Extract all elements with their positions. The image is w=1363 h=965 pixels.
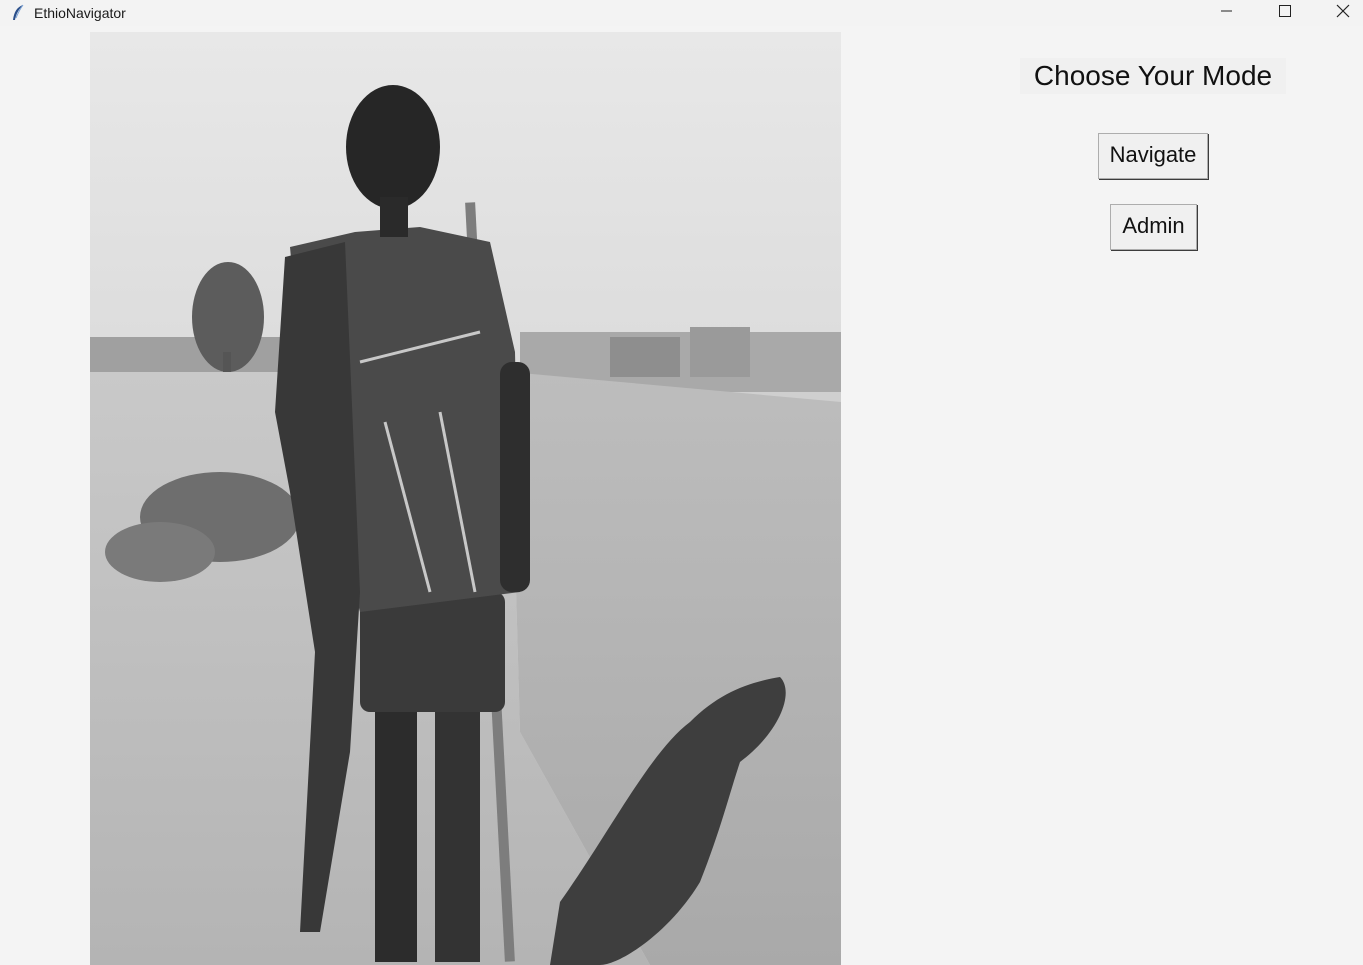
minimize-icon bbox=[1221, 4, 1233, 22]
page-title: Choose Your Mode bbox=[1020, 58, 1286, 94]
feather-icon bbox=[10, 4, 26, 22]
window-title: EthioNavigator bbox=[34, 5, 126, 21]
maximize-button[interactable] bbox=[1256, 0, 1314, 26]
title-bar[interactable]: EthioNavigator bbox=[0, 0, 1363, 26]
close-icon bbox=[1336, 4, 1350, 23]
roadside-boy-image bbox=[90, 32, 841, 965]
app-window: EthioNavigator Choose Your Mode Navigate… bbox=[0, 0, 1363, 965]
close-button[interactable] bbox=[1314, 0, 1363, 26]
admin-button[interactable]: Admin bbox=[1110, 204, 1197, 250]
navigate-button[interactable]: Navigate bbox=[1098, 133, 1208, 179]
maximize-icon bbox=[1279, 4, 1291, 22]
hero-photo bbox=[90, 32, 841, 965]
minimize-button[interactable] bbox=[1198, 0, 1256, 26]
